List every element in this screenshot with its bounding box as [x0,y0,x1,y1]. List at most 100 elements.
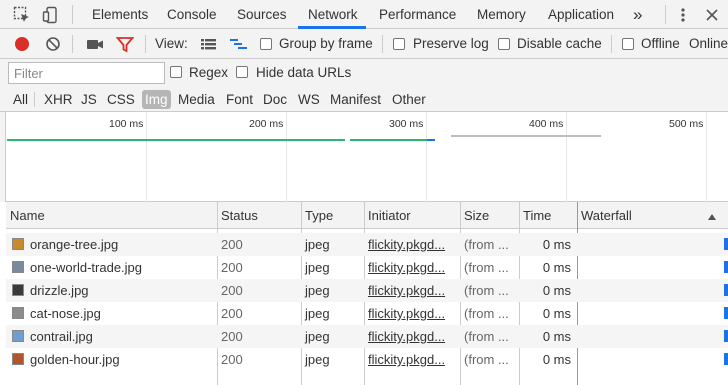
device-toolbar-icon[interactable] [42,6,60,24]
image-thumbnail-icon [12,307,24,319]
request-initiator-link[interactable]: flickity.pkgd... [364,302,460,325]
request-initiator-link[interactable]: flickity.pkgd... [364,233,460,256]
type-filter-doc[interactable]: Doc [261,90,289,109]
group-by-frame-checkbox[interactable] [260,38,272,50]
request-size: (from ... [464,352,509,367]
waterfall-bar [724,238,728,250]
table-row[interactable]: one-world-trade.jpg 200 jpeg flickity.pk… [6,256,728,279]
request-initiator-link[interactable]: flickity.pkgd... [364,279,460,302]
overview-request-bar [451,135,601,137]
request-initiator-link[interactable]: flickity.pkgd... [364,256,460,279]
network-overview-timeline[interactable]: 100 ms 200 ms 300 ms 400 ms 500 ms [0,112,728,202]
tab-application[interactable]: Application [548,0,614,29]
more-tabs-button[interactable]: » [633,0,642,29]
preserve-log-checkbox[interactable] [393,38,405,50]
network-toolbar: View: Group by frame Preserve log Disabl… [0,29,728,59]
record-button[interactable] [13,36,31,54]
tabbar-separator [72,5,73,24]
offline-checkbox[interactable] [622,38,634,50]
overview-request-bar [350,139,435,141]
column-header-type[interactable]: Type [301,202,364,229]
column-header-initiator[interactable]: Initiator [364,202,460,229]
table-row[interactable]: contrail.jpg 200 jpeg flickity.pkgd... (… [6,325,728,348]
filter-icon[interactable] [115,36,135,54]
toolbar-separator [72,35,73,53]
type-filter-other[interactable]: Other [390,90,428,109]
image-thumbnail-icon [12,330,24,342]
image-thumbnail-icon [12,238,24,250]
inspect-element-icon[interactable] [13,6,31,24]
tab-performance[interactable]: Performance [379,0,456,29]
column-header-waterfall[interactable]: Waterfall [577,202,707,229]
request-size: (from ... [464,283,509,298]
request-size: (from ... [464,260,509,275]
type-filter-xhr[interactable]: XHR [42,90,75,109]
request-initiator-link[interactable]: flickity.pkgd... [364,325,460,348]
request-time: 0 ms [542,283,571,298]
column-header-status[interactable]: Status [217,202,301,229]
disable-cache-label: Disable cache [517,36,602,51]
preserve-log-label: Preserve log [413,36,489,51]
request-status: 200 [221,260,243,275]
type-filter-font[interactable]: Font [224,90,255,109]
large-rows-icon[interactable] [200,36,218,54]
offline-label: Offline [641,36,680,51]
sort-ascending-icon[interactable] [707,210,717,220]
type-filter-img[interactable]: Img [142,90,171,109]
type-filter-ws[interactable]: WS [296,90,322,109]
request-size: (from ... [464,329,509,344]
request-type: jpeg [305,237,330,252]
type-filter-media[interactable]: Media [176,90,217,109]
overview-tick-label: 200 ms [249,118,284,130]
overview-grid-line [146,112,147,202]
request-time: 0 ms [542,260,571,275]
request-status: 200 [221,237,243,252]
image-thumbnail-icon [12,284,24,296]
capture-screenshots-icon[interactable] [86,36,104,54]
column-header-name[interactable]: Name [6,202,217,229]
filter-input[interactable] [8,62,165,84]
request-status: 200 [221,306,243,321]
filter-bar: Regex Hide data URLs [0,59,728,87]
request-size: (from ... [464,306,509,321]
overview-request-bar [427,139,435,141]
tab-elements[interactable]: Elements [92,0,148,29]
type-filter-manifest[interactable]: Manifest [328,90,383,109]
type-filter-css[interactable]: CSS [105,90,137,109]
table-row[interactable]: golden-hour.jpg 200 jpeg flickity.pkgd..… [6,348,728,371]
request-type: jpeg [305,260,330,275]
column-header-size[interactable]: Size [460,202,519,229]
regex-checkbox[interactable] [170,66,182,78]
table-row[interactable]: cat-nose.jpg 200 jpeg flickity.pkgd... (… [6,302,728,325]
type-filter-js[interactable]: JS [79,90,99,109]
kebab-menu-icon[interactable] [674,6,692,24]
throttling-select[interactable]: Online [689,36,728,51]
disable-cache-checkbox[interactable] [498,38,510,50]
tab-sources[interactable]: Sources [237,0,287,29]
table-row[interactable]: orange-tree.jpg 200 jpeg flickity.pkgd..… [6,233,728,256]
table-row[interactable]: drizzle.jpg 200 jpeg flickity.pkgd... (f… [6,279,728,302]
toolbar-separator [611,35,612,53]
waterfall-bar [724,330,728,342]
request-name: drizzle.jpg [30,283,89,298]
request-type: jpeg [305,329,330,344]
tab-memory[interactable]: Memory [477,0,526,29]
clear-button[interactable] [44,36,62,54]
overview-tick-label: 500 ms [669,118,704,130]
column-header-time[interactable]: Time [519,202,577,229]
overview-grid-line [566,112,567,202]
request-time: 0 ms [542,237,571,252]
request-time: 0 ms [542,329,571,344]
hide-data-urls-checkbox[interactable] [236,66,248,78]
waterfall-overview-icon[interactable] [229,36,247,54]
view-label: View: [155,36,188,51]
tab-console[interactable]: Console [167,0,217,29]
toolbar-separator [382,35,383,53]
request-type: jpeg [305,352,330,367]
type-filter-all[interactable]: All [11,90,30,109]
tab-network[interactable]: Network [308,0,358,29]
overview-grid-line [706,112,707,202]
request-initiator-link[interactable]: flickity.pkgd... [364,348,460,371]
close-icon[interactable] [703,6,721,24]
overview-tick-label: 300 ms [389,118,424,130]
